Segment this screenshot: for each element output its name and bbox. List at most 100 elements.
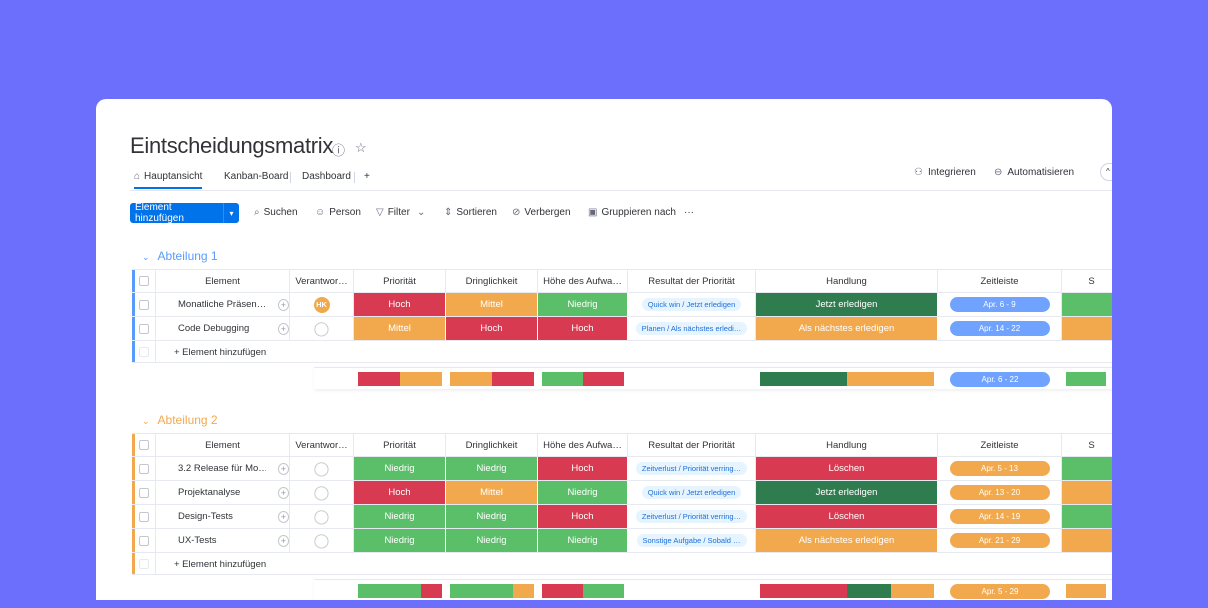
row-checkbox[interactable] — [138, 535, 149, 546]
result-tag[interactable]: Quick win / Jetzt erledigen — [641, 298, 742, 311]
column-element-header[interactable]: Element — [156, 270, 290, 292]
column-timeline-header[interactable]: Zeitleiste — [938, 270, 1062, 292]
timeline-pill[interactable]: Apr. 21 - 29 — [949, 533, 1050, 548]
add-view-button[interactable]: + — [364, 171, 370, 182]
timeline-cell[interactable]: Apr. 21 - 29 — [938, 529, 1062, 552]
action-status-cell[interactable]: Jetzt erledigen — [756, 481, 938, 504]
timeline-cell[interactable]: Apr. 6 - 9 — [938, 293, 1062, 316]
select-all-cell[interactable] — [132, 270, 156, 292]
status-distribution-bar[interactable] — [760, 372, 934, 386]
empty-avatar-icon[interactable]: ◯ — [314, 460, 330, 477]
column-result-header[interactable]: Resultat der Priorität — [628, 270, 756, 292]
effort-status-cell[interactable]: Niedrig — [538, 293, 628, 316]
table-row[interactable]: Projektanalyse + ◯ Hoch Mittel Niedrig Quick w… — [132, 481, 1112, 505]
owner-cell[interactable]: HK — [290, 293, 354, 316]
row-select-cell[interactable] — [132, 317, 156, 340]
item-name-cell[interactable]: 3.2 Release für Mo… + — [156, 457, 290, 480]
item-name-cell[interactable]: Design-Tests + — [156, 505, 290, 528]
add-update-icon[interactable]: + — [277, 486, 289, 499]
priority-status-cell[interactable]: Niedrig — [354, 505, 446, 528]
priority-status-cell[interactable]: Hoch — [354, 481, 446, 504]
group-header[interactable]: ⌄ Abteilung 1 — [142, 249, 218, 263]
timeline-pill[interactable]: Apr. 5 - 13 — [949, 461, 1050, 476]
status-cell[interactable] — [1062, 317, 1112, 340]
effort-status-cell[interactable]: Niedrig — [538, 529, 628, 552]
result-cell[interactable]: Zeitverlust / Priorität verring… — [628, 457, 756, 480]
result-cell[interactable]: Quick win / Jetzt erledigen — [628, 293, 756, 316]
add-item-button[interactable]: Element hinzufügen ▾ — [130, 202, 239, 224]
column-status-header[interactable]: S — [1062, 434, 1112, 456]
row-checkbox[interactable] — [138, 323, 149, 334]
status-cell[interactable] — [1062, 293, 1112, 316]
add-update-icon[interactable]: + — [277, 462, 289, 475]
action-status-cell[interactable]: Jetzt erledigen — [756, 293, 938, 316]
chevron-down-icon[interactable]: ⌄ — [142, 416, 150, 426]
timeline-pill[interactable]: Apr. 14 - 19 — [949, 509, 1050, 524]
column-owner-header[interactable]: Verantwor… — [290, 434, 354, 456]
item-name-cell[interactable]: UX-Tests + — [156, 529, 290, 552]
column-action-header[interactable]: Handlung — [756, 270, 938, 292]
item-name-cell[interactable]: Projektanalyse + — [156, 481, 290, 504]
automate-button[interactable]: ⊖ Automatisieren — [994, 167, 1074, 178]
priority-status-cell[interactable]: Niedrig — [354, 457, 446, 480]
urgency-status-cell[interactable]: Mittel — [446, 293, 538, 316]
add-update-icon[interactable]: + — [277, 322, 289, 335]
summary-timeline-pill[interactable]: Apr. 6 - 22 — [950, 372, 1050, 387]
add-item-row[interactable]: + Element hinzufügen — [132, 341, 1112, 363]
result-tag[interactable]: Zeitverlust / Priorität verring… — [635, 510, 748, 523]
priority-status-cell[interactable]: Niedrig — [354, 529, 446, 552]
column-result-header[interactable]: Resultat der Priorität — [628, 434, 756, 456]
urgency-status-cell[interactable]: Niedrig — [446, 505, 538, 528]
status-cell[interactable] — [1062, 481, 1112, 504]
status-distribution-bar[interactable] — [542, 584, 624, 598]
status-cell[interactable] — [1062, 529, 1112, 552]
item-name[interactable]: Code Debugging — [178, 323, 266, 334]
tab-dashboard[interactable]: Dashboard — [302, 171, 351, 182]
result-cell[interactable]: Planen / Als nächstes erledi… — [628, 317, 756, 340]
table-row[interactable]: Monatliche Präsen… + HK Hoch Mittel Niedrig Qu… — [132, 293, 1112, 317]
empty-avatar-icon[interactable]: ◯ — [314, 532, 330, 549]
status-summary-bar[interactable] — [1066, 372, 1106, 386]
item-name-cell[interactable]: Monatliche Präsen… + — [156, 293, 290, 316]
status-distribution-bar[interactable] — [760, 584, 934, 598]
column-element-header[interactable]: Element — [156, 434, 290, 456]
action-status-cell[interactable]: Als nächstes erledigen — [756, 529, 938, 552]
row-checkbox[interactable] — [138, 511, 149, 522]
status-distribution-bar[interactable] — [358, 372, 442, 386]
row-checkbox[interactable] — [138, 299, 149, 310]
column-urgency-header[interactable]: Dringlichkeit — [446, 434, 538, 456]
person-filter-button[interactable]: ☺ Person — [315, 207, 361, 218]
add-update-icon[interactable]: + — [277, 510, 289, 523]
row-checkbox[interactable] — [138, 487, 149, 498]
table-row[interactable]: Code Debugging + ◯ Mittel Hoch Hoch Planen / A… — [132, 317, 1112, 341]
timeline-pill[interactable]: Apr. 13 - 20 — [949, 485, 1050, 500]
action-status-cell[interactable]: Löschen — [756, 505, 938, 528]
timeline-pill[interactable]: Apr. 6 - 9 — [949, 297, 1050, 312]
item-name[interactable]: Projektanalyse — [178, 487, 266, 498]
empty-avatar-icon[interactable]: ◯ — [314, 320, 330, 337]
column-owner-header[interactable]: Verantwor… — [290, 270, 354, 292]
effort-status-cell[interactable]: Hoch — [538, 457, 628, 480]
result-tag[interactable]: Sonstige Aufgabe / Sobald … — [636, 534, 747, 547]
select-all-checkbox[interactable] — [138, 440, 149, 450]
owner-cell[interactable]: ◯ — [290, 505, 354, 528]
timeline-cell[interactable]: Apr. 13 - 20 — [938, 481, 1062, 504]
select-all-cell[interactable] — [132, 434, 156, 456]
timeline-pill[interactable]: Apr. 14 - 22 — [949, 321, 1050, 336]
owner-cell[interactable]: ◯ — [290, 481, 354, 504]
tab-kanban[interactable]: Kanban-Board — [224, 171, 289, 182]
status-distribution-bar[interactable] — [450, 584, 534, 598]
result-tag[interactable]: Zeitverlust / Priorität verring… — [635, 462, 748, 475]
item-name[interactable]: 3.2 Release für Mo… — [178, 463, 266, 474]
status-distribution-bar[interactable] — [358, 584, 442, 598]
search-button[interactable]: ⌕ Suchen — [254, 207, 298, 218]
result-tag[interactable]: Planen / Als nächstes erledi… — [635, 322, 748, 335]
add-item-link[interactable]: + Element hinzufügen — [174, 559, 266, 570]
chevron-down-icon[interactable]: ⌄ — [142, 252, 150, 262]
status-cell[interactable] — [1062, 505, 1112, 528]
empty-avatar-icon[interactable]: ◯ — [314, 508, 330, 525]
column-urgency-header[interactable]: Dringlichkeit — [446, 270, 538, 292]
result-cell[interactable]: Quick win / Jetzt erledigen — [628, 481, 756, 504]
empty-avatar-icon[interactable]: ◯ — [314, 484, 330, 501]
urgency-status-cell[interactable]: Hoch — [446, 317, 538, 340]
